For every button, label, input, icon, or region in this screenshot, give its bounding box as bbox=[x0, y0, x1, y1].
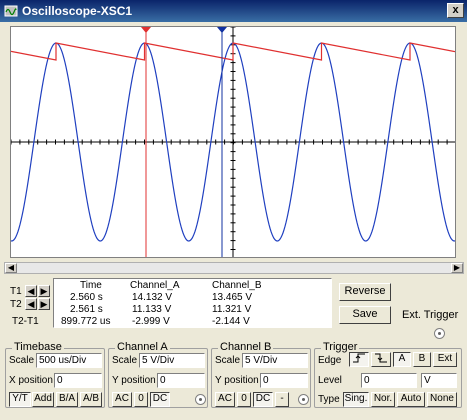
channel-b-group: Channel B Scale 5 V/Div Y position 0 AC … bbox=[211, 341, 311, 408]
trigger-edge-label: Edge bbox=[318, 355, 342, 366]
channel-b-zero-button[interactable]: 0 bbox=[237, 392, 251, 407]
reverse-button[interactable]: Reverse bbox=[339, 283, 391, 301]
t1-channel-b: 13.465 V bbox=[212, 292, 253, 303]
rising-edge-button[interactable] bbox=[349, 352, 369, 367]
channel-a-group: Channel A Scale 5 V/Div Y position 0 AC … bbox=[108, 341, 208, 408]
scroll-right-icon[interactable]: ▶ bbox=[451, 263, 463, 273]
t1-time: 2.560 s bbox=[70, 292, 103, 303]
window-title: Oscilloscope-XSC1 bbox=[22, 4, 133, 18]
t2-time: 2.561 s bbox=[70, 304, 103, 315]
x-position-label: X position bbox=[9, 375, 53, 386]
t2-left-arrow-icon[interactable]: ◀ bbox=[25, 298, 37, 310]
mode-ab-button[interactable]: A/B bbox=[80, 392, 102, 407]
timebase-scale-field[interactable]: 500 us/Div bbox=[36, 353, 102, 368]
mode-add-button[interactable]: Add bbox=[32, 392, 54, 407]
header-channel-b: Channel_B bbox=[212, 280, 262, 291]
cursor-1-marker-icon bbox=[141, 27, 151, 33]
t1-left-arrow-icon[interactable]: ◀ bbox=[25, 285, 37, 297]
channel-a-zero-button[interactable]: 0 bbox=[134, 392, 148, 407]
trigger-source-ext-button[interactable]: Ext bbox=[433, 352, 457, 367]
channel-b-ypos-field[interactable]: 0 bbox=[260, 373, 308, 388]
channel-a-terminal-icon[interactable] bbox=[195, 394, 206, 405]
channel-b-title: Channel B bbox=[218, 341, 274, 353]
t2-channel-b: 11.321 V bbox=[212, 304, 252, 315]
channel-b-dc-button[interactable]: DC bbox=[253, 392, 273, 407]
channel-b-ypos-label: Y position bbox=[215, 375, 259, 386]
trigger-level-field[interactable]: 0 bbox=[361, 373, 417, 388]
trigger-type-label: Type bbox=[318, 394, 340, 405]
ext-trigger-label: Ext. Trigger bbox=[402, 309, 459, 321]
header-time: Time bbox=[80, 280, 102, 291]
trigger-source-a-button[interactable]: A bbox=[393, 352, 411, 367]
t2-right-arrow-icon[interactable]: ▶ bbox=[38, 298, 50, 310]
channel-a-dc-button[interactable]: DC bbox=[150, 392, 170, 407]
cursor-t2-label: T2 bbox=[10, 299, 22, 310]
horizontal-scrollbar[interactable]: ◀ ▶ bbox=[4, 262, 464, 274]
oscilloscope-window: Oscilloscope-XSC1 x ◀ ▶ T1 T2 T2-T1 ◀ ▶ … bbox=[0, 0, 467, 420]
trigger-source-b-button[interactable]: B bbox=[413, 352, 431, 367]
save-button[interactable]: Save bbox=[339, 306, 391, 324]
t1-right-arrow-icon[interactable]: ▶ bbox=[38, 285, 50, 297]
trigger-level-unit[interactable]: V bbox=[421, 373, 457, 388]
mode-yt-button[interactable]: Y/T bbox=[9, 392, 31, 407]
channel-b-invert-button[interactable]: - bbox=[275, 392, 289, 407]
cursor-delta-label: T2-T1 bbox=[12, 316, 39, 327]
rising-edge-icon bbox=[353, 353, 365, 363]
mode-ba-button[interactable]: B/A bbox=[56, 392, 78, 407]
delta-time: 899.772 us bbox=[61, 316, 111, 327]
cursor-2-marker-icon bbox=[217, 27, 227, 33]
channel-a-ypos-label: Y position bbox=[112, 375, 156, 386]
falling-edge-icon bbox=[375, 353, 387, 363]
cursor-t1-label: T1 bbox=[10, 286, 22, 297]
ext-trigger-terminal-icon[interactable] bbox=[434, 328, 445, 339]
trigger-type-normal-button[interactable]: Nor. bbox=[371, 392, 395, 407]
falling-edge-button[interactable] bbox=[371, 352, 391, 367]
header-channel-a: Channel_A bbox=[130, 280, 180, 291]
oscilloscope-icon bbox=[4, 5, 18, 17]
channel-a-ypos-field[interactable]: 0 bbox=[157, 373, 205, 388]
channel-b-terminal-icon[interactable] bbox=[298, 394, 309, 405]
trigger-type-auto-button[interactable]: Auto bbox=[397, 392, 425, 407]
channel-b-scale-label: Scale bbox=[215, 355, 241, 366]
scope-display[interactable] bbox=[10, 26, 456, 258]
delta-channel-a: -2.999 V bbox=[132, 316, 170, 327]
delta-channel-b: -2.144 V bbox=[212, 316, 250, 327]
title-bar[interactable]: Oscilloscope-XSC1 x bbox=[0, 0, 467, 22]
trigger-level-label: Level bbox=[318, 375, 342, 386]
readout-table: Time Channel_A Channel_B 2.560 s 14.132 … bbox=[53, 278, 332, 328]
channel-a-scale-field[interactable]: 5 V/Div bbox=[139, 353, 205, 368]
channel-b-ac-button[interactable]: AC bbox=[215, 392, 235, 407]
channel-a-scale-label: Scale bbox=[112, 355, 138, 366]
x-position-field[interactable]: 0 bbox=[54, 373, 102, 388]
channel-a-trace bbox=[11, 42, 455, 61]
trigger-type-single-button[interactable]: Sing. bbox=[343, 392, 369, 407]
scroll-left-icon[interactable]: ◀ bbox=[5, 263, 17, 273]
trigger-type-none-button[interactable]: None bbox=[427, 392, 457, 407]
channel-b-scale-field[interactable]: 5 V/Div bbox=[242, 353, 308, 368]
t1-channel-a: 14.132 V bbox=[132, 292, 173, 303]
timebase-scale-label: Scale bbox=[9, 355, 35, 366]
channel-a-title: Channel A bbox=[115, 341, 170, 353]
channel-a-ac-button[interactable]: AC bbox=[112, 392, 132, 407]
trigger-group: Trigger Edge A B Ext Level 0 V Type Sing… bbox=[314, 341, 462, 408]
timebase-group: Timebase Scale 500 us/Div X position 0 Y… bbox=[5, 341, 105, 408]
close-button[interactable]: x bbox=[447, 3, 464, 18]
timebase-title: Timebase bbox=[12, 341, 64, 353]
t2-channel-a: 11.133 V bbox=[132, 304, 172, 315]
